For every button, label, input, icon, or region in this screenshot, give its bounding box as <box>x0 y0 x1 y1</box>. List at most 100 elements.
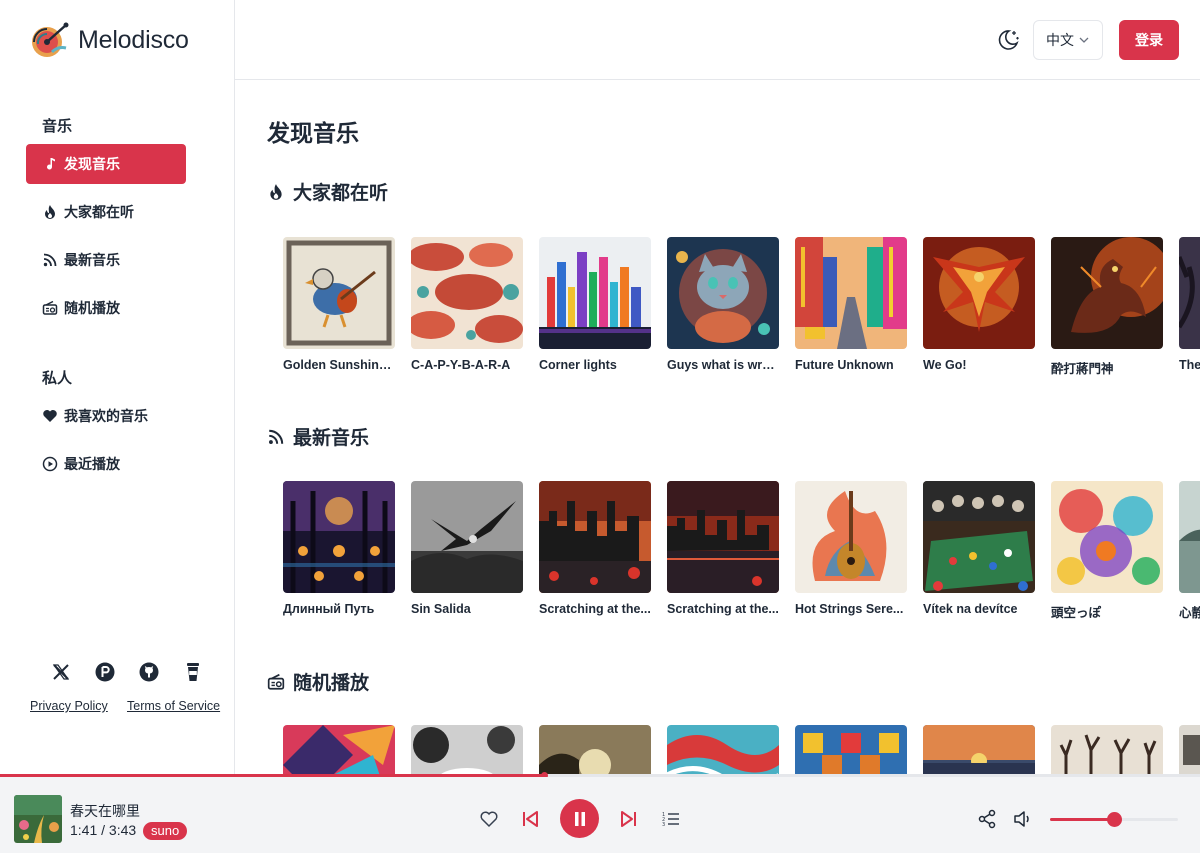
like-button[interactable] <box>478 808 500 830</box>
song-card[interactable]: C-A-P-Y-B-A-R-A <box>411 237 523 377</box>
moon-stars-icon <box>998 30 1019 50</box>
language-select[interactable]: 中文 <box>1033 20 1103 60</box>
next-track-button[interactable] <box>618 808 640 830</box>
song-card[interactable]: We Go! <box>923 237 1035 377</box>
song-card[interactable] <box>1051 725 1163 775</box>
terms-of-service-link[interactable]: Terms of Service <box>127 699 220 713</box>
song-card[interactable] <box>923 725 1035 775</box>
melodisco-logo-icon <box>32 22 69 57</box>
song-title: Golden Sunshine... <box>283 358 395 372</box>
share-icon <box>978 809 996 829</box>
song-card[interactable] <box>283 725 395 775</box>
chevron-down-icon <box>1079 37 1089 43</box>
share-button[interactable] <box>976 808 998 830</box>
song-card[interactable] <box>1179 725 1200 775</box>
song-card[interactable] <box>411 725 523 775</box>
song-cover <box>1179 237 1200 349</box>
song-cover <box>923 481 1035 593</box>
pause-icon <box>574 811 585 826</box>
song-card[interactable]: Hot Strings Sere... <box>795 481 907 621</box>
product-hunt-icon[interactable] <box>94 660 116 684</box>
song-card[interactable]: The <box>1179 237 1200 377</box>
song-title: The <box>1179 358 1200 372</box>
trending-row: Golden Sunshine... C-A-P-Y-B-A-R-A Corne… <box>283 237 1200 377</box>
song-cover <box>411 237 523 349</box>
skip-forward-icon <box>621 811 636 827</box>
section-title: 最新音乐 <box>293 428 370 449</box>
song-card[interactable]: Guys what is wro... <box>667 237 779 377</box>
sidebar-item-label: 大家都在听 <box>64 204 134 220</box>
song-cover <box>795 237 907 349</box>
song-card[interactable]: Corner lights <box>539 237 651 377</box>
github-icon[interactable] <box>138 660 160 684</box>
song-card[interactable]: 心静 <box>1179 481 1200 621</box>
song-card[interactable]: Scratching at the... <box>539 481 651 621</box>
coffee-cup-icon[interactable] <box>182 660 204 684</box>
playlist-icon: 123 <box>662 812 679 828</box>
song-cover <box>539 481 651 593</box>
song-card[interactable] <box>539 725 651 775</box>
song-title: Corner lights <box>539 358 617 372</box>
flame-icon <box>45 205 55 219</box>
sidebar-item-recent[interactable]: 最近播放 <box>26 444 186 484</box>
song-title: Длинный Путь <box>283 602 375 616</box>
song-card[interactable]: Golden Sunshine... <box>283 237 395 377</box>
sidebar-item-label: 发现音乐 <box>64 156 120 172</box>
music-section-label: 音乐 <box>42 118 73 135</box>
heart-icon <box>43 410 57 422</box>
previous-track-button[interactable] <box>519 808 541 830</box>
song-cover <box>1051 481 1163 593</box>
privacy-policy-link[interactable]: Privacy Policy <box>30 699 108 713</box>
brand[interactable]: Melodisco <box>30 22 189 58</box>
sidebar-item-shuffle[interactable]: 随机播放 <box>26 288 186 328</box>
sidebar: Melodisco 音乐 发现音乐 大家都在听 最新音乐 随机播放 私人 我喜欢… <box>0 0 235 775</box>
song-card[interactable]: Future Unknown <box>795 237 907 377</box>
sidebar-item-trending[interactable]: 大家都在听 <box>26 192 186 232</box>
song-cover <box>539 237 651 349</box>
sidebar-item-liked[interactable]: 我喜欢的音乐 <box>26 396 186 436</box>
now-playing-cover[interactable] <box>14 795 62 843</box>
song-cover <box>923 725 1035 775</box>
section-title: 随机播放 <box>293 673 370 694</box>
now-playing-title: 春天在哪里 <box>70 803 140 819</box>
sidebar-item-latest[interactable]: 最新音乐 <box>26 240 186 280</box>
login-button[interactable]: 登录 <box>1119 20 1179 60</box>
song-title: Future Unknown <box>795 358 894 372</box>
song-card[interactable]: Vítek na devítce <box>923 481 1035 621</box>
song-cover <box>667 481 779 593</box>
song-cover <box>1051 725 1163 775</box>
song-title: Vítek na devítce <box>923 602 1018 616</box>
song-card[interactable]: 頭空っぽ <box>1051 481 1163 621</box>
section-latest-header: 最新音乐 <box>267 423 369 450</box>
song-cover <box>795 481 907 593</box>
pause-button[interactable] <box>560 799 599 838</box>
sidebar-item-label: 随机播放 <box>64 300 120 316</box>
theme-toggle-button[interactable] <box>995 27 1021 53</box>
section-title: 大家都在听 <box>293 183 389 204</box>
sidebar-item-discover[interactable]: 发现音乐 <box>26 144 186 184</box>
song-title: C-A-P-Y-B-A-R-A <box>411 358 511 372</box>
volume-slider-handle[interactable] <box>1107 812 1122 827</box>
song-card[interactable]: Длинный Путь <box>283 481 395 621</box>
latest-row: Длинный Путь Sin Salida Scratching at th… <box>283 481 1200 621</box>
sidebar-item-label: 最近播放 <box>64 456 120 472</box>
song-card[interactable] <box>795 725 907 775</box>
sidebar-item-label: 我喜欢的音乐 <box>64 408 148 424</box>
skip-back-icon <box>523 811 538 827</box>
song-title: Sin Salida <box>411 602 471 616</box>
radio-icon <box>42 300 58 315</box>
song-cover <box>283 237 395 349</box>
playlist-button[interactable]: 123 <box>660 808 682 830</box>
volume-slider[interactable] <box>1050 812 1178 827</box>
song-title: Scratching at the... <box>667 602 779 616</box>
song-card[interactable]: 酔打蔣門神 <box>1051 237 1163 377</box>
heart-outline-icon <box>480 811 498 828</box>
song-card[interactable] <box>667 725 779 775</box>
x-icon[interactable] <box>50 660 72 684</box>
song-cover <box>411 481 523 593</box>
song-card[interactable]: Scratching at the... <box>667 481 779 621</box>
song-cover <box>667 237 779 349</box>
song-cover <box>539 725 651 775</box>
volume-button[interactable] <box>1012 808 1034 830</box>
song-card[interactable]: Sin Salida <box>411 481 523 621</box>
